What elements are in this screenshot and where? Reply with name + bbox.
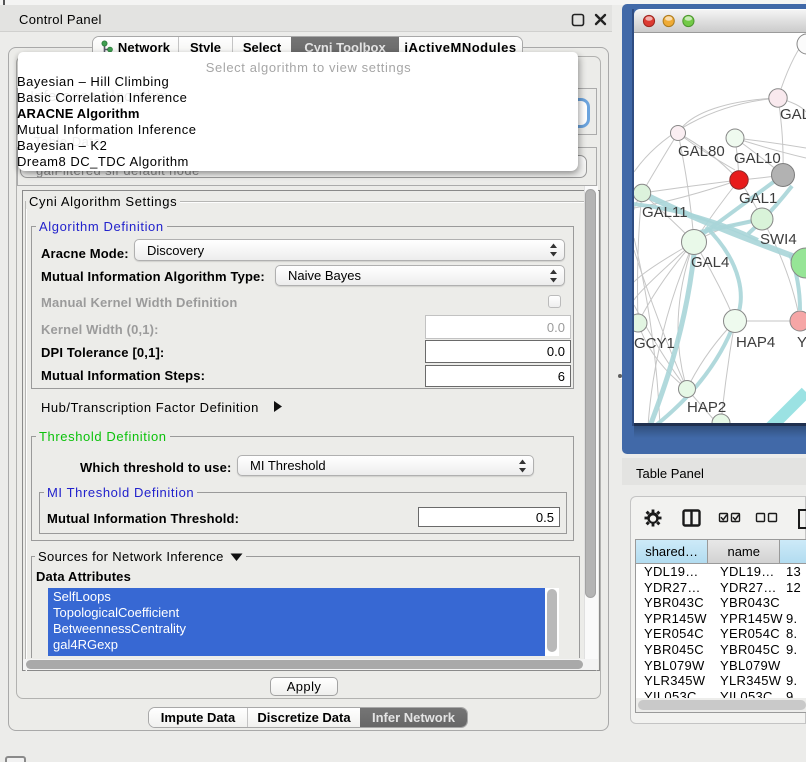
svg-text:GAL11: GAL11 [642, 204, 688, 221]
svg-text:SWI4: SWI4 [760, 231, 797, 248]
svg-text:Y: Y [797, 334, 806, 351]
svg-text:GAL1: GAL1 [739, 190, 777, 207]
svg-text:HAP4: HAP4 [736, 334, 775, 351]
svg-text:GAL: GAL [780, 106, 806, 123]
svg-text:HAP2: HAP2 [687, 399, 726, 416]
svg-text:GAL4: GAL4 [691, 254, 729, 271]
svg-text:GCY1: GCY1 [634, 335, 675, 352]
svg-text:GAL80: GAL80 [678, 143, 725, 160]
svg-text:GAL10: GAL10 [734, 150, 781, 167]
